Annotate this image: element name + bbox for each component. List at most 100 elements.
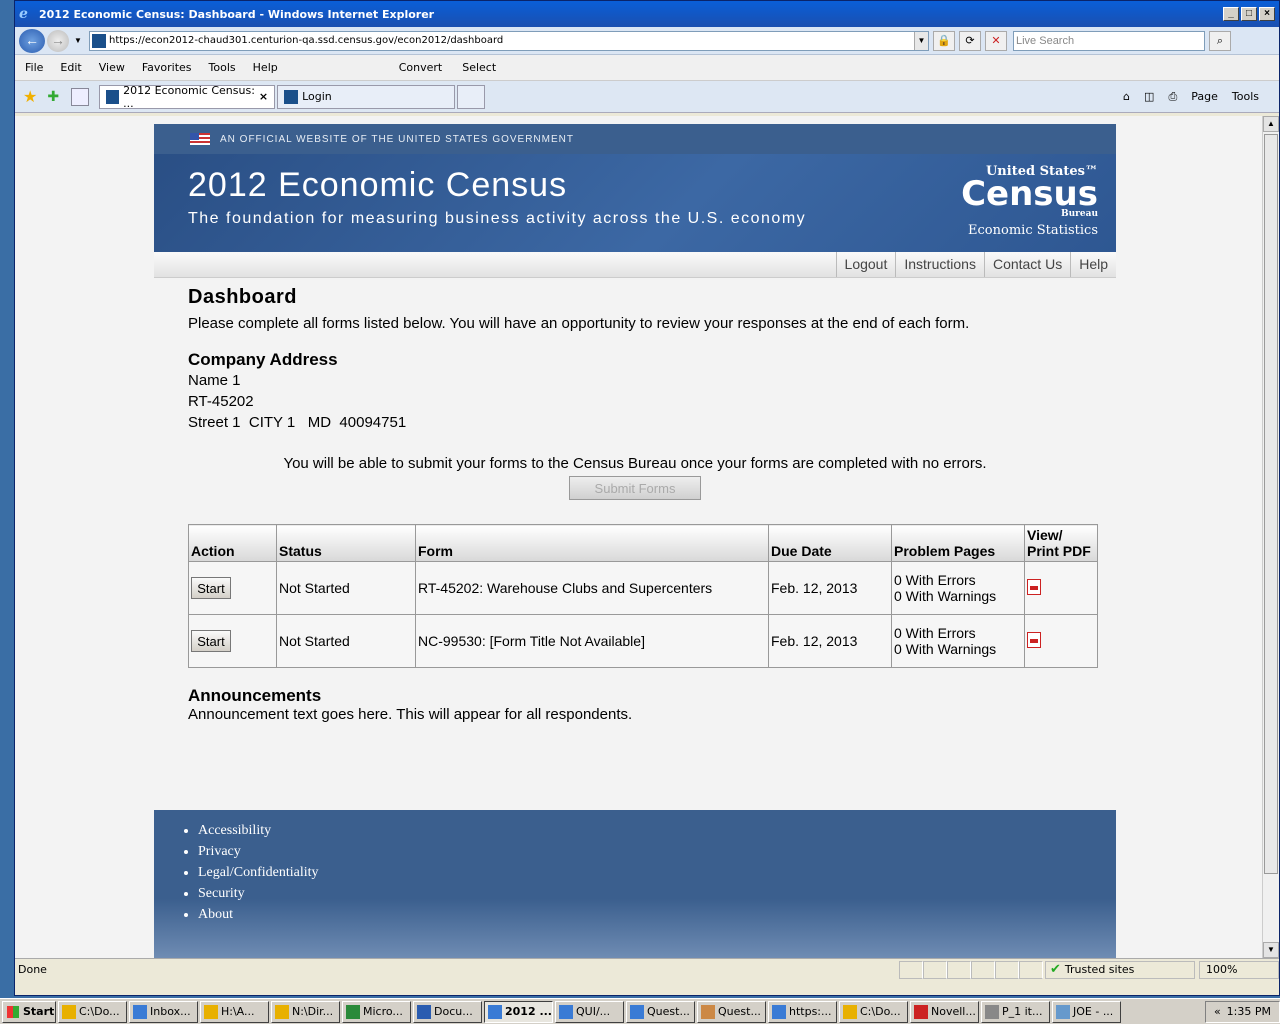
ie-icon: e [19,6,28,22]
taskbar-item[interactable]: 2012 ... [484,1000,553,1023]
menu-bar: File Edit View Favorites Tools Help Conv… [15,55,1279,81]
lock-icon[interactable]: 🔒 [933,30,955,51]
close-button[interactable]: × [1259,7,1275,21]
app-icon [985,1004,999,1019]
table-row: Start Not Started RT-45202: Warehouse Cl… [188,561,1098,615]
taskbar-item[interactable]: N:\Dir... [271,1000,340,1023]
convert-button[interactable]: Convert [399,61,443,74]
nav-contact-us[interactable]: Contact Us [983,252,1070,277]
announcements-heading: Announcements [188,686,322,705]
taskbar-item[interactable]: Docu... [413,1000,482,1023]
folder-icon [275,1004,289,1019]
scroll-up-icon[interactable]: ▲ [1263,116,1279,132]
new-tab-button[interactable] [457,84,486,109]
taskbar-item[interactable]: C:\Do... [58,1000,127,1023]
nav-logout[interactable]: Logout [835,252,896,277]
folder-icon [204,1004,218,1019]
scroll-down-icon[interactable]: ▼ [1263,942,1279,958]
warnings-count: 0 With Warnings [894,641,997,657]
menu-help[interactable]: Help [253,61,278,74]
history-dropdown-icon[interactable]: ▼ [71,36,85,45]
print-icon[interactable]: ⎙ [1168,90,1177,104]
menu-view[interactable]: View [99,61,125,74]
refresh-button[interactable]: ⟳ [959,30,981,51]
taskbar-item[interactable]: Quest... [697,1000,766,1023]
minimize-button[interactable]: _ [1223,7,1239,21]
taskbar-item-label: Inbox... [150,1005,191,1018]
security-zone[interactable]: ✔ Trusted sites [1045,960,1195,979]
url-field[interactable]: https://econ2012-chaud301.centurion-qa.s… [89,30,929,51]
add-favorite-icon[interactable]: ✚ [47,89,59,105]
menu-edit[interactable]: Edit [60,61,81,74]
maximize-button[interactable]: □ [1241,7,1257,21]
tab-bar: ★ ✚ 2012 Economic Census: ... × Login ⌂ … [15,81,1279,113]
taskbar-item[interactable]: Inbox... [129,1000,198,1023]
vertical-scrollbar[interactable]: ▲ ▼ [1262,116,1279,958]
page-viewport: AN OFFICIAL WEBSITE OF THE UNITED STATES… [15,116,1263,958]
zoom-control[interactable]: 100% [1199,960,1279,979]
url-dropdown-icon[interactable]: ▼ [914,31,928,50]
ie-icon [559,1004,573,1019]
forms-table: Action Status Form Due Date Problem Page… [188,524,1098,668]
search-icon[interactable]: ⌕ [1209,30,1231,51]
company-address-heading: Company Address [188,350,338,369]
tab-close-icon[interactable]: × [259,90,268,103]
taskbar-item-label: Docu... [434,1005,473,1018]
ie-icon [488,1004,502,1019]
start-button[interactable]: Start [191,577,231,599]
search-input[interactable]: Live Search [1013,30,1205,51]
taskbar-item[interactable]: H:\A... [200,1000,269,1023]
nav-help[interactable]: Help [1070,252,1116,277]
clock[interactable]: 1:35 PM [1227,1005,1271,1018]
address-toolbar: ← → ▼ https://econ2012-chaud301.centurio… [15,27,1279,55]
taskbar-item[interactable]: C:\Do... [839,1000,908,1023]
ie-icon [630,1004,644,1019]
menu-favorites[interactable]: Favorites [142,61,192,74]
nav-instructions[interactable]: Instructions [895,252,984,277]
forward-button[interactable]: → [47,29,69,52]
logo-line4: Economic Statistics [968,223,1098,238]
stop-button[interactable]: ✕ [985,30,1007,51]
taskbar-item[interactable]: Micro... [342,1000,411,1023]
start-label: Start [23,1005,55,1018]
footer-link-legal[interactable]: Legal/Confidentiality [198,862,1116,883]
taskbar-item[interactable]: P_1 it... [981,1000,1050,1023]
taskbar-item[interactable]: JOE - ... [1052,1000,1121,1023]
scroll-thumb[interactable] [1264,134,1278,874]
table-row: Start Not Started NC-99530: [Form Title … [188,614,1098,668]
taskbar-item[interactable]: Quest... [626,1000,695,1023]
start-button[interactable]: Start [191,630,231,652]
java-icon [701,1004,715,1019]
back-button[interactable]: ← [19,28,45,53]
tab-census-dashboard[interactable]: 2012 Economic Census: ... × [99,84,276,110]
tray-expand-icon[interactable]: « [1214,1005,1221,1018]
start-button-taskbar[interactable]: Start [2,1000,56,1023]
form-cell: RT-45202: Warehouse Clubs and Supercente… [415,561,769,615]
taskbar-item[interactable]: https:... [768,1000,837,1023]
gov-banner-text: AN OFFICIAL WEBSITE OF THE UNITED STATES… [220,133,574,145]
census-logo[interactable]: United States™ Census Bureau Economic St… [961,164,1098,238]
pdf-icon[interactable] [1027,578,1041,595]
taskbar-item[interactable]: QUI/... [555,1000,624,1023]
quick-tabs-icon[interactable] [71,87,90,106]
menu-file[interactable]: File [25,61,43,74]
taskbar-item[interactable]: Novell... [910,1000,979,1023]
footer-link-security[interactable]: Security [198,883,1116,904]
menu-tools[interactable]: Tools [209,61,236,74]
pdf-icon[interactable] [1027,631,1041,648]
favorites-star-icon[interactable]: ★ [23,87,37,106]
main-content: Dashboard Please complete all forms list… [154,278,1116,731]
feeds-icon[interactable]: ◫ [1144,90,1154,103]
tab-login[interactable]: Login [277,84,456,109]
footer-link-accessibility[interactable]: Accessibility [198,820,1116,841]
due-date-cell: Feb. 12, 2013 [768,561,892,615]
site-header: 2012 Economic Census The foundation for … [154,154,1116,252]
footer-link-privacy[interactable]: Privacy [198,841,1116,862]
submit-forms-button[interactable]: Submit Forms [569,476,701,500]
tools-menu[interactable]: Tools [1232,90,1259,103]
home-icon[interactable]: ⌂ [1123,90,1130,103]
footer-link-about[interactable]: About [198,904,1116,925]
status-bar: Done ✔ Trusted sites 100% [15,958,1279,980]
page-menu[interactable]: Page [1191,90,1218,103]
select-button[interactable]: Select [462,61,496,74]
